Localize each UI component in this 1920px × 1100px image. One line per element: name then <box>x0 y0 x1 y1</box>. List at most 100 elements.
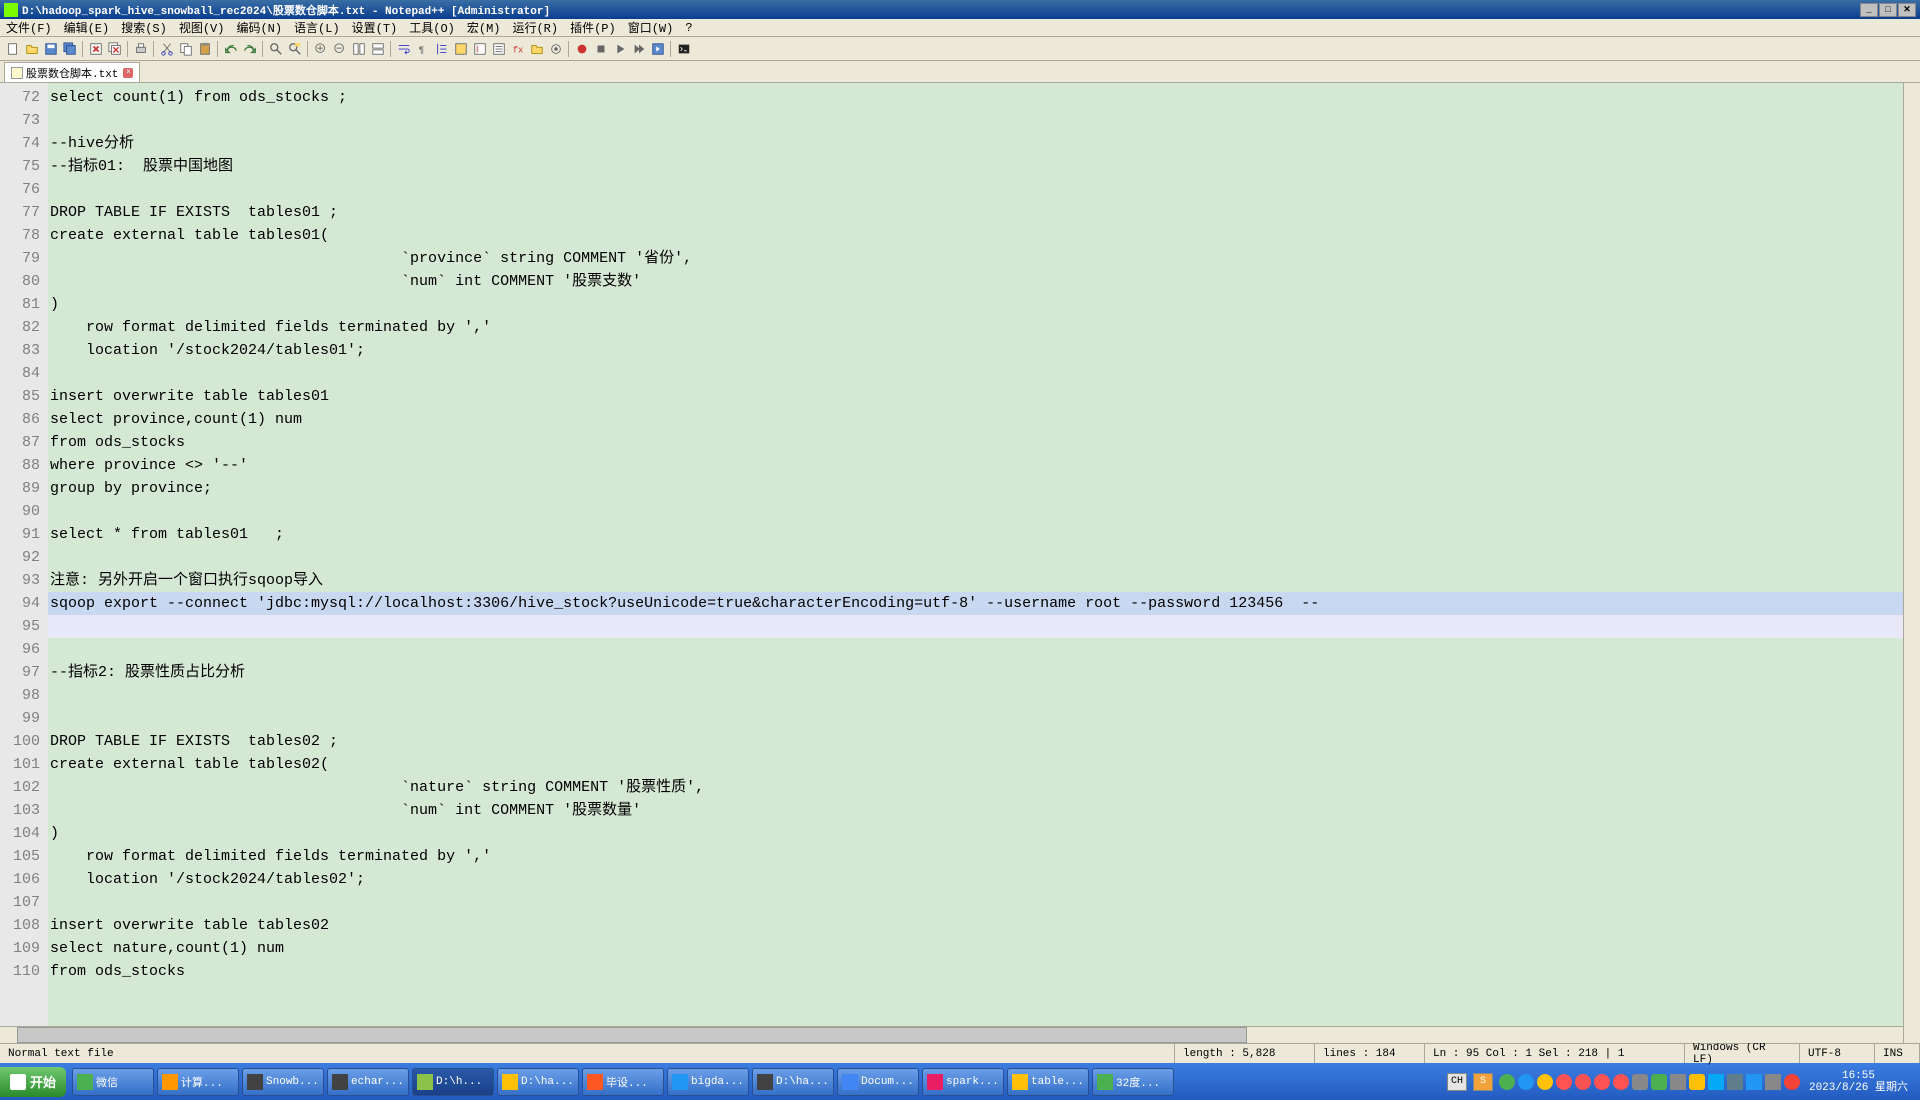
code-line[interactable] <box>48 109 1903 132</box>
code-line[interactable]: select nature,count(1) num <box>48 937 1903 960</box>
menu-settings[interactable]: 设置(T) <box>346 19 404 36</box>
taskbar-item[interactable]: D:\ha... <box>497 1068 579 1096</box>
menu-run[interactable]: 运行(R) <box>506 19 564 36</box>
tray-icon[interactable] <box>1708 1074 1724 1090</box>
print-icon[interactable] <box>132 40 149 57</box>
play-macro-icon[interactable] <box>611 40 628 57</box>
code-line[interactable] <box>48 546 1903 569</box>
tab-close-icon[interactable]: × <box>123 68 133 78</box>
menu-edit[interactable]: 编辑(E) <box>58 19 116 36</box>
stop-macro-icon[interactable] <box>592 40 609 57</box>
tray-icon[interactable] <box>1518 1074 1534 1090</box>
terminal-icon[interactable] <box>675 40 692 57</box>
code-line[interactable]: row format delimited fields terminated b… <box>48 845 1903 868</box>
menu-help[interactable]: ? <box>679 21 698 35</box>
taskbar-item[interactable]: 32度... <box>1092 1068 1174 1096</box>
code-line[interactable]: location '/stock2024/tables01'; <box>48 339 1903 362</box>
code-line[interactable]: --指标2: 股票性质占比分析 <box>48 661 1903 684</box>
tray-icon[interactable] <box>1651 1074 1667 1090</box>
code-line[interactable]: --指标01: 股票中国地图 <box>48 155 1903 178</box>
code-line[interactable]: group by province; <box>48 477 1903 500</box>
code-line[interactable]: select province,count(1) num <box>48 408 1903 431</box>
vertical-scrollbar[interactable] <box>1903 83 1920 1043</box>
tray-icon[interactable] <box>1784 1074 1800 1090</box>
code-line[interactable]: select * from tables01 ; <box>48 523 1903 546</box>
status-encoding[interactable]: UTF-8 <box>1800 1044 1875 1063</box>
menu-plugins[interactable]: 插件(P) <box>564 19 622 36</box>
tray-icon[interactable] <box>1632 1074 1648 1090</box>
tray-icon[interactable] <box>1727 1074 1743 1090</box>
taskbar-item[interactable]: 毕设... <box>582 1068 664 1096</box>
menu-lang[interactable]: 语言(L) <box>288 19 346 36</box>
copy-icon[interactable] <box>177 40 194 57</box>
status-ins[interactable]: INS <box>1875 1044 1920 1063</box>
cut-icon[interactable] <box>158 40 175 57</box>
code-line[interactable]: location '/stock2024/tables02'; <box>48 868 1903 891</box>
menu-tools[interactable]: 工具(O) <box>403 19 461 36</box>
maximize-button[interactable]: □ <box>1879 3 1897 17</box>
code-line[interactable]: `num` int COMMENT '股票支数' <box>48 270 1903 293</box>
play-multi-icon[interactable] <box>630 40 647 57</box>
taskbar-clock[interactable]: 16:55 2023/8/26 星期六 <box>1803 1070 1914 1094</box>
tray-qq-icon[interactable] <box>1613 1074 1629 1090</box>
code-line[interactable]: from ods_stocks <box>48 431 1903 454</box>
menu-view[interactable]: 视图(V) <box>173 19 231 36</box>
save-macro-icon[interactable] <box>649 40 666 57</box>
taskbar-item[interactable]: 计算... <box>157 1068 239 1096</box>
file-tab[interactable]: 股票数仓脚本.txt × <box>4 62 140 82</box>
code-line[interactable] <box>48 891 1903 914</box>
code-line[interactable]: select count(1) from ods_stocks ; <box>48 86 1903 109</box>
code-line[interactable] <box>48 638 1903 661</box>
save-icon[interactable] <box>42 40 59 57</box>
code-line[interactable]: insert overwrite table tables02 <box>48 914 1903 937</box>
close-all-icon[interactable] <box>106 40 123 57</box>
menu-window[interactable]: 窗口(W) <box>622 19 680 36</box>
code-line[interactable]: `num` int COMMENT '股票数量' <box>48 799 1903 822</box>
record-macro-icon[interactable] <box>573 40 590 57</box>
code-line[interactable]: from ods_stocks <box>48 960 1903 983</box>
code-line[interactable]: DROP TABLE IF EXISTS tables02 ; <box>48 730 1903 753</box>
code-line[interactable] <box>48 500 1903 523</box>
code-line[interactable]: `province` string COMMENT '省份', <box>48 247 1903 270</box>
taskbar-item[interactable]: D:\h... <box>412 1068 494 1096</box>
scrollbar-thumb[interactable] <box>17 1027 1247 1043</box>
taskbar-item[interactable]: table... <box>1007 1068 1089 1096</box>
code-line[interactable] <box>48 684 1903 707</box>
indent-guide-icon[interactable] <box>433 40 450 57</box>
code-line[interactable]: ) <box>48 293 1903 316</box>
menu-encode[interactable]: 编码(N) <box>230 19 288 36</box>
sync-vscroll-icon[interactable] <box>350 40 367 57</box>
monitor-icon[interactable] <box>547 40 564 57</box>
menu-macro[interactable]: 宏(M) <box>461 19 507 36</box>
taskbar-item[interactable]: D:\ha... <box>752 1068 834 1096</box>
code-line[interactable] <box>48 707 1903 730</box>
code-line[interactable]: insert overwrite table tables01 <box>48 385 1903 408</box>
find-icon[interactable] <box>267 40 284 57</box>
redo-icon[interactable] <box>241 40 258 57</box>
save-all-icon[interactable] <box>61 40 78 57</box>
code-line[interactable]: ) <box>48 822 1903 845</box>
code-line[interactable]: create external table tables01( <box>48 224 1903 247</box>
zoom-out-icon[interactable] <box>331 40 348 57</box>
close-button[interactable]: ✕ <box>1898 3 1916 17</box>
code-line[interactable]: row format delimited fields terminated b… <box>48 316 1903 339</box>
editor[interactable]: 7273747576777879808182838485868788899091… <box>0 83 1920 1043</box>
folder-workspace-icon[interactable] <box>528 40 545 57</box>
horizontal-scrollbar[interactable] <box>0 1026 1903 1043</box>
tray-qq-icon[interactable] <box>1594 1074 1610 1090</box>
taskbar-item[interactable]: spark... <box>922 1068 1004 1096</box>
code-line[interactable]: --hive分析 <box>48 132 1903 155</box>
open-file-icon[interactable] <box>23 40 40 57</box>
status-eol[interactable]: Windows (CR LF) <box>1685 1044 1800 1063</box>
tray-icon[interactable] <box>1499 1074 1515 1090</box>
tray-qq-icon[interactable] <box>1556 1074 1572 1090</box>
tray-qq-icon[interactable] <box>1575 1074 1591 1090</box>
taskbar-item[interactable]: Snowb... <box>242 1068 324 1096</box>
tray-icon[interactable] <box>1689 1074 1705 1090</box>
zoom-in-icon[interactable] <box>312 40 329 57</box>
new-file-icon[interactable] <box>4 40 21 57</box>
code-line[interactable]: where province <> '--' <box>48 454 1903 477</box>
code-line[interactable]: `nature` string COMMENT '股票性质', <box>48 776 1903 799</box>
paste-icon[interactable] <box>196 40 213 57</box>
sync-hscroll-icon[interactable] <box>369 40 386 57</box>
